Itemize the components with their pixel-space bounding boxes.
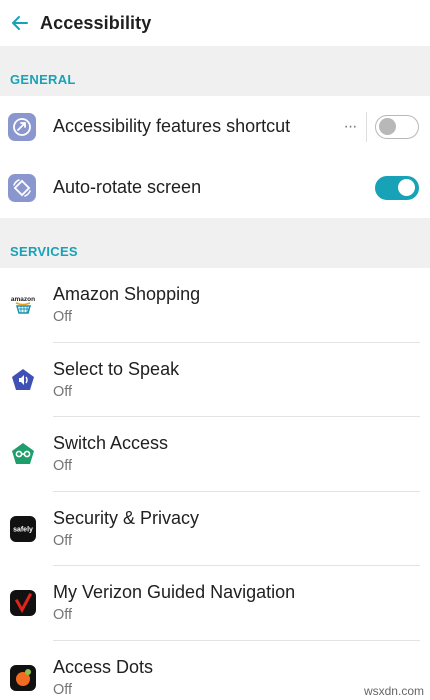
svg-text:safely: safely bbox=[13, 526, 33, 533]
shortcut-icon bbox=[8, 112, 36, 141]
switch-access-icon bbox=[9, 440, 37, 468]
back-button[interactable] bbox=[0, 0, 40, 46]
section-header-label: SERVICES bbox=[10, 244, 78, 259]
svg-text:amazon: amazon bbox=[11, 296, 35, 303]
toggle-knob bbox=[398, 178, 415, 196]
service-status: Off bbox=[53, 309, 73, 326]
setting-accessibility-shortcut[interactable]: Accessibility features shortcut ··· bbox=[0, 96, 430, 157]
section-header-general: GENERAL bbox=[0, 46, 430, 96]
accessibility-shortcut-toggle[interactable] bbox=[375, 114, 419, 139]
service-security-privacy[interactable]: safely Security & Privacy Off bbox=[0, 492, 430, 566]
section-header-services: SERVICES bbox=[0, 218, 430, 268]
watermark: wsxdn.com bbox=[363, 684, 424, 698]
service-status: Off bbox=[53, 383, 73, 400]
service-amazon-shopping[interactable]: amazon Amazon Shopping Off bbox=[0, 268, 430, 343]
back-arrow-icon bbox=[12, 16, 28, 30]
service-status: Off bbox=[53, 681, 73, 698]
auto-rotate-icon bbox=[8, 173, 36, 202]
setting-label: Auto-rotate screen bbox=[53, 177, 202, 197]
service-verizon-guided-navigation[interactable]: My Verizon Guided Navigation Off bbox=[0, 566, 430, 641]
app-bar: Accessibility bbox=[0, 0, 430, 46]
section-header-label: GENERAL bbox=[10, 72, 76, 87]
service-status: Off bbox=[53, 532, 73, 549]
service-title: My Verizon Guided Navigation bbox=[53, 582, 296, 603]
verizon-icon bbox=[9, 589, 37, 617]
service-switch-access[interactable]: Switch Access Off bbox=[0, 417, 430, 492]
service-title: Access Dots bbox=[53, 656, 154, 677]
service-title: Switch Access bbox=[53, 433, 169, 454]
auto-rotate-toggle[interactable] bbox=[375, 175, 419, 200]
toggle-knob bbox=[379, 117, 396, 135]
service-title: Amazon Shopping bbox=[53, 284, 201, 305]
safely-icon: safely bbox=[9, 515, 37, 543]
amazon-icon: amazon bbox=[9, 291, 37, 319]
vertical-divider bbox=[366, 111, 367, 142]
service-title: Security & Privacy bbox=[53, 507, 200, 528]
setting-auto-rotate[interactable]: Auto-rotate screen bbox=[0, 157, 430, 218]
page-title: Accessibility bbox=[40, 12, 152, 33]
service-select-to-speak[interactable]: Select to Speak Off bbox=[0, 343, 430, 417]
setting-label: Accessibility features shortcut bbox=[53, 116, 291, 136]
select-to-speak-icon bbox=[9, 366, 37, 394]
service-title: Select to Speak bbox=[53, 358, 180, 379]
service-status: Off bbox=[53, 607, 73, 624]
more-options-icon[interactable]: ··· bbox=[340, 118, 360, 136]
access-dots-icon bbox=[9, 664, 37, 692]
service-status: Off bbox=[53, 458, 73, 475]
